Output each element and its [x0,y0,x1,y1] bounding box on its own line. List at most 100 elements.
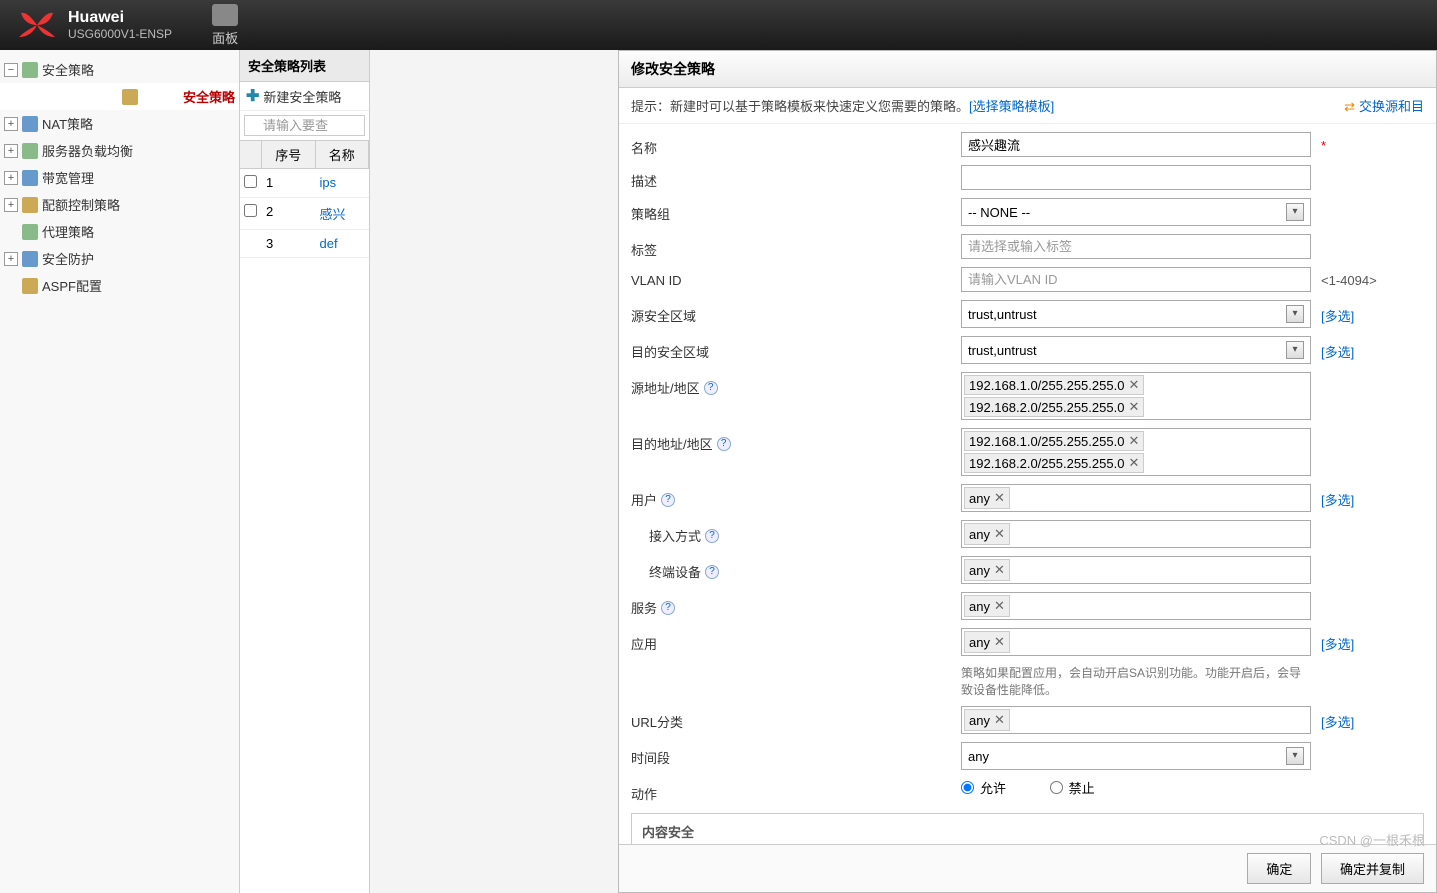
panel-button[interactable]: 面板 [212,4,238,47]
tree-item-slb[interactable]: + 服务器负载均衡 [0,137,239,164]
addr-tag: 192.168.1.0/255.255.255.0✕ [964,375,1144,395]
remove-tag-icon[interactable]: ✕ [994,490,1005,506]
tree-item-bandwidth[interactable]: + 带宽管理 [0,164,239,191]
tree-item-nat[interactable]: + NAT策略 [0,110,239,137]
tree-item-proxy[interactable]: 代理策略 [0,218,239,245]
label-tags: 标签 [631,234,961,259]
row-checkbox[interactable] [244,204,257,217]
shield-icon [22,251,38,267]
remove-tag-icon[interactable]: ✕ [1128,455,1139,471]
app-box[interactable]: any✕ [961,628,1311,656]
multi-link[interactable]: [多选] [1321,336,1354,361]
addr-tag: 192.168.1.0/255.255.255.0✕ [964,431,1144,451]
swap-src-dst-link[interactable]: 交换源和目 [1344,96,1424,115]
row-name[interactable]: 感兴 [316,198,370,229]
remove-tag-icon[interactable]: ✕ [1128,433,1139,449]
row-name[interactable]: ips [316,169,370,197]
table-row[interactable]: 1 ips [240,169,369,198]
service-box[interactable]: any✕ [961,592,1311,620]
dst-zone-select[interactable]: trust,untrust▾ [961,336,1311,364]
vlan-input[interactable] [961,267,1311,292]
tags-input[interactable] [961,234,1311,259]
dialog-tip: 提示：新建时可以基于策略模板来快速定义您需要的策略。 [选择策略模板] 交换源和… [619,88,1436,124]
policy-icon [122,89,138,105]
folder-icon [22,62,38,78]
remove-tag-icon[interactable]: ✕ [994,526,1005,542]
help-icon[interactable]: ? [717,437,731,451]
tip-template-link[interactable]: [选择策略模板] [969,96,1054,115]
terminal-box[interactable]: any✕ [961,556,1311,584]
help-icon[interactable]: ? [705,565,719,579]
remove-tag-icon[interactable]: ✕ [994,562,1005,578]
remove-tag-icon[interactable]: ✕ [994,598,1005,614]
remove-tag-icon[interactable]: ✕ [1128,377,1139,393]
col-seq: 序号 [262,141,316,168]
access-box[interactable]: any✕ [961,520,1311,548]
group-select[interactable]: -- NONE --▾ [961,198,1311,226]
row-checkbox[interactable] [244,175,257,188]
multi-link[interactable]: [多选] [1321,300,1354,325]
action-deny-radio[interactable]: 禁止 [1050,778,1095,797]
tree-item-sec-policy[interactable]: − 安全策略 [0,56,239,83]
table-row[interactable]: 2 感兴 [240,198,369,230]
expand-icon[interactable]: + [4,198,18,212]
panel-icon [212,4,238,26]
label-url: URL分类 [631,706,961,731]
tree-item-aspf[interactable]: ASPF配置 [0,272,239,299]
new-policy-button[interactable]: ✚ 新建安全策略 [240,82,369,111]
slb-icon [22,143,38,159]
top-bar: Huawei USG6000V1-ENSP 面板 [0,0,1437,50]
tree-item-protect[interactable]: + 安全防护 [0,245,239,272]
required-mark: * [1321,132,1326,153]
row-name[interactable]: def [316,230,370,257]
multi-link[interactable]: [多选] [1321,628,1354,653]
chevron-down-icon: ▾ [1286,747,1304,765]
tree-item-quota[interactable]: + 配额控制策略 [0,191,239,218]
user-box[interactable]: any✕ [961,484,1311,512]
help-icon[interactable]: ? [705,529,719,543]
expand-icon[interactable]: + [4,117,18,131]
brand-name: Huawei [68,8,172,27]
ok-copy-button[interactable]: 确定并复制 [1321,853,1424,884]
collapse-icon[interactable]: − [4,63,18,77]
desc-input[interactable] [961,165,1311,190]
multi-link[interactable]: [多选] [1321,484,1354,509]
tree-item-sec-policy-child[interactable]: 安全策略 [0,83,239,110]
url-box[interactable]: any✕ [961,706,1311,734]
expand-icon[interactable]: + [4,171,18,185]
tree-label: 配额控制策略 [42,195,120,214]
tree-label: 代理策略 [42,222,94,241]
name-input[interactable] [961,132,1311,157]
panel-label: 面板 [212,28,238,47]
help-icon[interactable]: ? [661,601,675,615]
remove-tag-icon[interactable]: ✕ [994,712,1005,728]
nav-tree: − 安全策略 安全策略 + NAT策略 + 服务器负载均衡 + 带宽管理 + 配… [0,50,240,893]
dst-addr-box[interactable]: 192.168.1.0/255.255.255.0✕ 192.168.2.0/2… [961,428,1311,476]
chevron-down-icon: ▾ [1286,305,1304,323]
table-row[interactable]: 3 def [240,230,369,258]
remove-tag-icon[interactable]: ✕ [994,634,1005,650]
multi-link[interactable]: [多选] [1321,706,1354,731]
list-title: 安全策略列表 [240,50,369,82]
dialog-footer: 确定 确定并复制 [619,844,1436,892]
row-seq: 2 [262,198,316,229]
action-allow-radio[interactable]: 允许 [961,778,1006,797]
app-note: 策略如果配置应用，会自动开启SA识别功能。功能开启后，会导致设备性能降低。 [961,664,1311,698]
src-zone-select[interactable]: trust,untrust▾ [961,300,1311,328]
label-dst-addr: 目的地址/地区? [631,428,961,453]
time-select[interactable]: any▾ [961,742,1311,770]
remove-tag-icon[interactable]: ✕ [1128,399,1139,415]
edit-policy-dialog: 修改安全策略 提示：新建时可以基于策略模板来快速定义您需要的策略。 [选择策略模… [618,50,1437,893]
nat-icon [22,116,38,132]
label-service: 服务? [631,592,961,617]
form-body: 名称 * 描述 策略组 -- NONE --▾ 标签 VLAN [619,124,1436,844]
expand-icon[interactable]: + [4,144,18,158]
help-icon[interactable]: ? [661,493,675,507]
src-addr-box[interactable]: 192.168.1.0/255.255.255.0✕ 192.168.2.0/2… [961,372,1311,420]
help-icon[interactable]: ? [704,381,718,395]
expand-icon[interactable]: + [4,252,18,266]
ok-button[interactable]: 确定 [1247,853,1311,884]
list-search-input[interactable] [244,115,365,136]
label-src-addr: 源地址/地区? [631,372,961,397]
chevron-down-icon: ▾ [1286,203,1304,221]
